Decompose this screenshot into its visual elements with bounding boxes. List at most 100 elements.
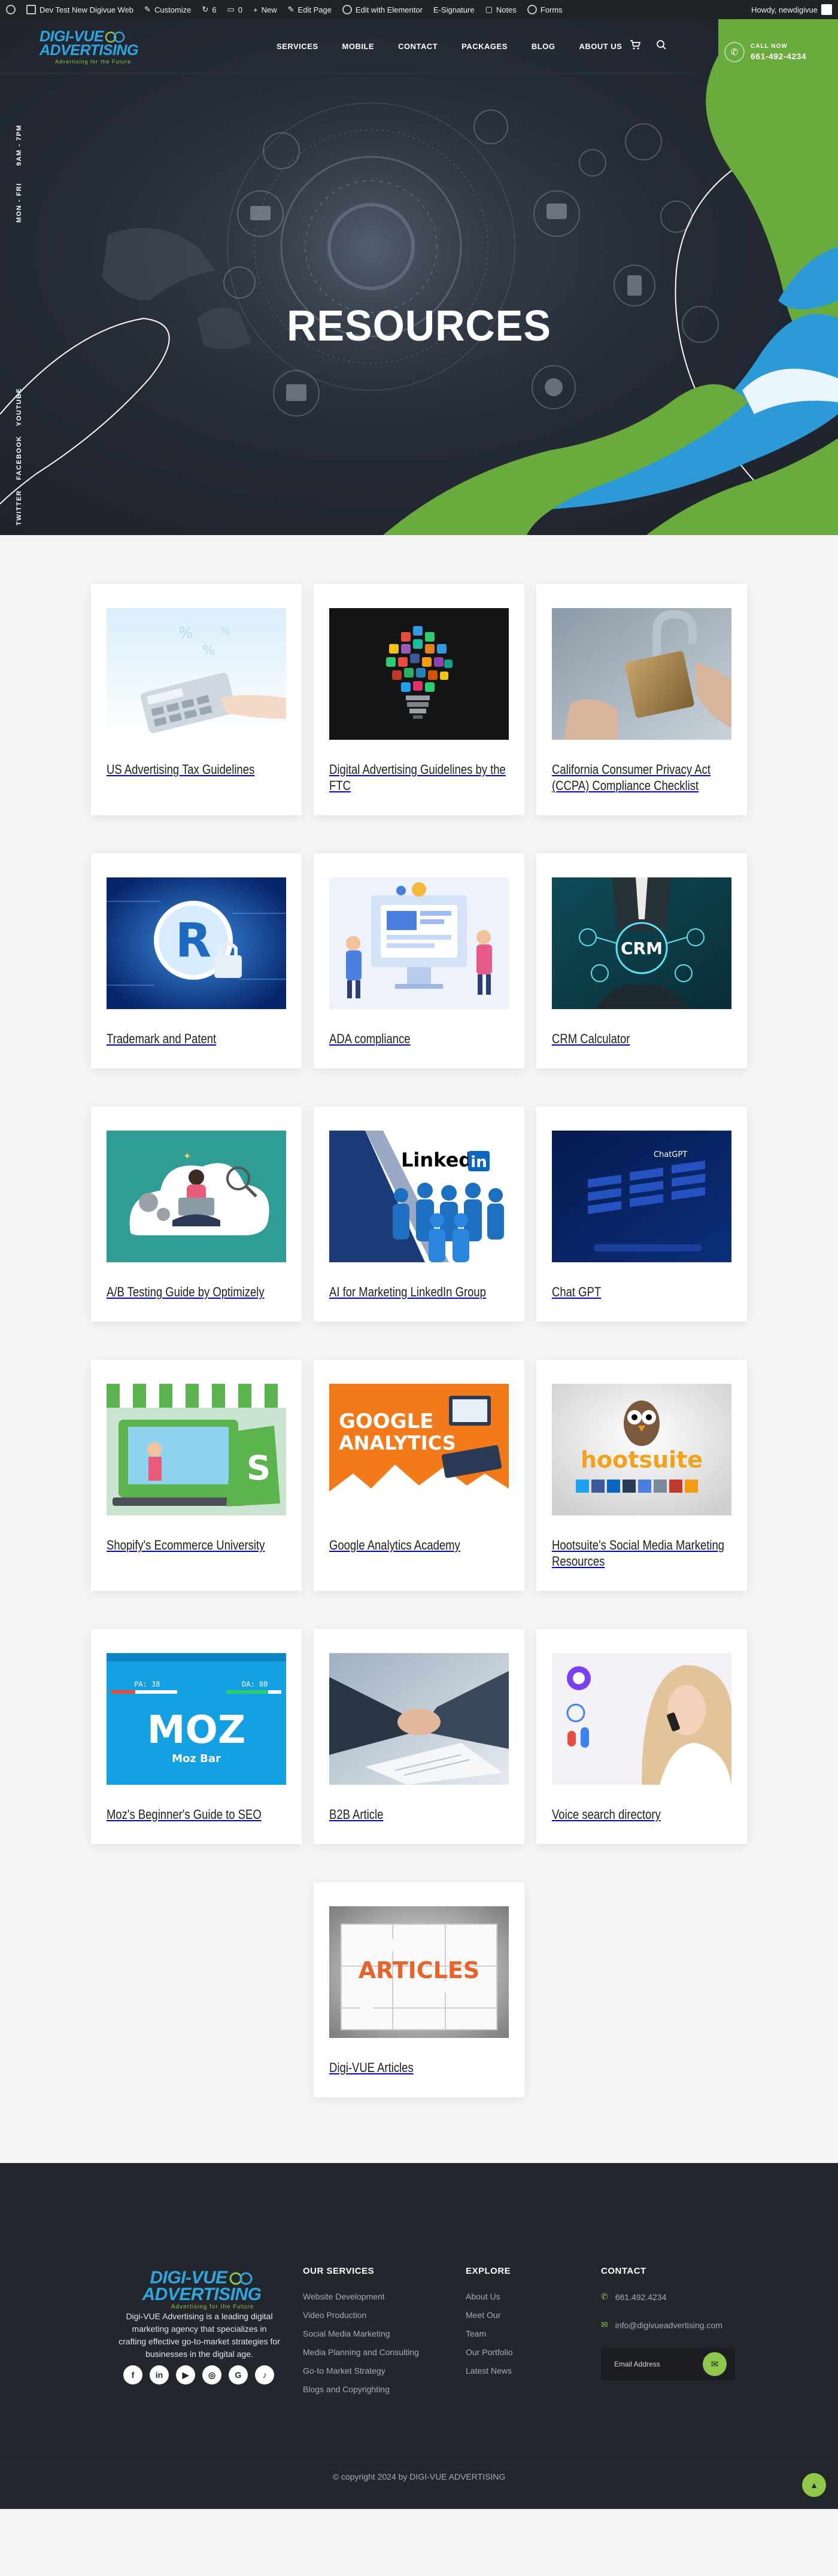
youtube-icon[interactable]: ▶ — [176, 2365, 195, 2384]
admin-site-name[interactable]: Dev Test New Digivue Web — [26, 5, 133, 14]
footer-link[interactable]: Latest News — [466, 2366, 513, 2375]
footer-link[interactable]: Video Production — [303, 2310, 419, 2320]
svg-text:in: in — [470, 1153, 487, 1171]
admin-updates[interactable]: ↻ 6 — [202, 5, 216, 14]
header-divider — [0, 73, 694, 74]
logo-wordmark: DIGI-VUE ADVERTISING — [142, 2268, 262, 2304]
resource-card-crm-calculator[interactable]: CRM CRM Calculator — [536, 853, 747, 1068]
resource-card-linkedin-group[interactable]: Linked in AI for Marketing LinkedIn Grou… — [314, 1107, 524, 1322]
home-icon — [26, 5, 36, 14]
shopify-image: S — [107, 1384, 286, 1515]
footer-heading: OUR SERVICES — [303, 2266, 375, 2276]
site-header: DIGI-VUE ADVERTISING Advertising for the … — [0, 19, 838, 73]
svg-text:hootsuite: hootsuite — [581, 1447, 703, 1473]
nav-about-us[interactable]: ABOUT US — [579, 42, 622, 51]
footer-link[interactable]: Blogs and Copyrighting — [303, 2384, 419, 2394]
admin-elementor[interactable]: Edit with Elementor — [342, 5, 423, 14]
resource-card-chat-gpt[interactable]: ChatGPT Chat GPT — [536, 1107, 747, 1322]
nav-packages[interactable]: PACKAGES — [461, 42, 508, 51]
linkedin-icon[interactable]: in — [150, 2365, 169, 2384]
resource-card-google-analytics[interactable]: GOOGLE ANALYTICS Google Analytics Academ… — [314, 1360, 524, 1591]
resource-card-shopify[interactable]: S Shopify's Ecommerce University — [91, 1360, 302, 1591]
nav-contact[interactable]: CONTACT — [398, 42, 438, 51]
phone-icon: ✆ — [601, 2292, 608, 2301]
footer-link[interactable]: Media Planning and Consulting — [303, 2347, 419, 2357]
footer-link[interactable]: About Us — [466, 2292, 513, 2301]
pencil-icon: ✎ — [287, 5, 294, 14]
admin-customize[interactable]: ✎ Customize — [144, 5, 191, 14]
resources-row: %%% US Advertising Tax Guidelines Digita… — [0, 584, 838, 815]
footer-link[interactable]: Team — [466, 2329, 513, 2338]
admin-bar: Dev Test New Digivue Web ✎ Customize ↻ 6 ▭… — [0, 0, 838, 19]
google-icon[interactable]: G — [229, 2365, 248, 2384]
resource-card-ftc-guidelines[interactable]: Digital Advertising Guidelines by the FT… — [314, 584, 524, 815]
resources-row: R Trademark and Patent ADA compliance CR… — [0, 853, 838, 1068]
scroll-to-top-button[interactable]: ▲ — [802, 2473, 826, 2497]
resource-card-ab-testing[interactable]: ✦ A/B Testing Guide by Optimizely — [91, 1107, 302, 1322]
admin-comments[interactable]: ▭ 0 — [227, 5, 243, 14]
footer-divider — [0, 2462, 838, 2463]
admin-notes[interactable]: ▢ Notes — [485, 5, 517, 14]
card-title: AI for Marketing LinkedIn Group — [329, 1284, 486, 1299]
side-twitter[interactable]: TWITTER — [16, 490, 23, 525]
resource-card-us-advertising-tax[interactable]: %%% US Advertising Tax Guidelines — [91, 584, 302, 815]
footer-heading: EXPLORE — [466, 2266, 511, 2276]
hero-background — [0, 19, 838, 535]
footer-link[interactable]: Social Media Marketing — [303, 2329, 419, 2338]
nav-mobile[interactable]: MOBILE — [342, 42, 375, 51]
resource-card-hootsuite[interactable]: hootsuite Hootsuite's Social Media Marke… — [536, 1360, 747, 1591]
crm-image: CRM — [552, 877, 731, 1009]
footer-link[interactable]: Our Portfolio — [466, 2347, 513, 2357]
footer-logo[interactable]: DIGI-VUE ADVERTISING Advertising for the … — [139, 2268, 265, 2311]
copyright-text: © copyright 2024 by DIGI-VUE ADVERTISING — [332, 2472, 506, 2481]
linkedin-group-image: Linked in — [329, 1131, 509, 1262]
call-now-box[interactable]: ✆ CALL NOW 661-492-4234 — [724, 42, 806, 62]
resource-card-moz-seo[interactable]: PA: 38 DA: 80 MOZ Moz Bar Moz's Beginner… — [91, 1629, 302, 1844]
logo-tagline: Advertising for the Future — [55, 59, 132, 65]
side-youtube[interactable]: YOUTUBE — [16, 388, 23, 426]
resource-card-ada-compliance[interactable]: ADA compliance — [314, 853, 524, 1068]
admin-howdy[interactable]: Howdy, newdigivue — [751, 4, 832, 15]
search-icon[interactable] — [656, 40, 667, 53]
site-logo[interactable]: DIGI-VUE ADVERTISING Advertising for the … — [40, 28, 141, 65]
admin-edit-page[interactable]: ✎ Edit Page — [288, 5, 332, 14]
footer-link[interactable]: Website Development — [303, 2292, 419, 2301]
tiktok-icon[interactable]: ♪ — [255, 2365, 274, 2384]
lightbulb-apps-image — [329, 608, 509, 740]
admin-signature[interactable]: E-Signature — [433, 5, 475, 14]
footer-about-text: Digi-VUE Advertising is a leading digita… — [119, 2311, 280, 2359]
svg-text:%: % — [202, 643, 215, 658]
resource-card-b2b-article[interactable]: B2B Article — [314, 1629, 524, 1844]
resources-row: PA: 38 DA: 80 MOZ Moz Bar Moz's Beginner… — [0, 1629, 838, 1844]
facebook-icon[interactable]: f — [123, 2365, 142, 2384]
resource-card-trademark[interactable]: R Trademark and Patent — [91, 853, 302, 1068]
handshake-image — [329, 1653, 509, 1785]
cart-icon[interactable] — [630, 40, 641, 53]
card-title: Hootsuite's Social Media Marketing Resou… — [552, 1538, 725, 1569]
resource-card-ccpa-checklist[interactable]: California Consumer Privacy Act (CCPA) C… — [536, 584, 747, 815]
nav-services[interactable]: SERVICES — [277, 42, 318, 51]
side-hours-2: MON - FRI — [16, 183, 23, 223]
card-title: California Consumer Privacy Act (CCPA) C… — [552, 762, 711, 793]
newsletter-submit-button[interactable]: ✉ — [703, 2352, 727, 2376]
resource-card-voice-search[interactable]: Voice search directory — [536, 1629, 747, 1844]
footer-email[interactable]: ✉ info@digivueadvertising.com — [601, 2320, 735, 2330]
admin-forms[interactable]: Forms — [527, 5, 563, 14]
instagram-icon[interactable]: ◎ — [202, 2365, 221, 2384]
footer-link[interactable]: Meet Our — [466, 2310, 513, 2320]
card-title: Trademark and Patent — [107, 1031, 217, 1046]
nav-blog[interactable]: BLOG — [532, 42, 555, 51]
newsletter-email-input[interactable] — [614, 2360, 692, 2368]
footer-link[interactable]: Go-to Market Strategy — [303, 2366, 419, 2375]
card-title: Digi-VUE Articles — [329, 2060, 414, 2075]
logo-wordmark: DIGI-VUE ADVERTISING — [40, 28, 138, 59]
wordpress-logo-icon[interactable] — [6, 5, 16, 14]
card-title: Moz's Beginner's Guide to SEO — [107, 1807, 262, 1822]
resource-card-digivue-articles[interactable]: ARTICLES Digi-VUE Articles — [314, 1882, 524, 2097]
ada-illustration-image — [329, 877, 509, 1009]
admin-new[interactable]: + New — [253, 5, 277, 14]
card-title: Shopify's Ecommerce University — [107, 1538, 265, 1553]
footer-phone[interactable]: ✆ 661.492.4234 — [601, 2292, 735, 2302]
side-facebook[interactable]: FACEBOOK — [16, 436, 23, 480]
newsletter-form: ✉ — [601, 2348, 735, 2380]
